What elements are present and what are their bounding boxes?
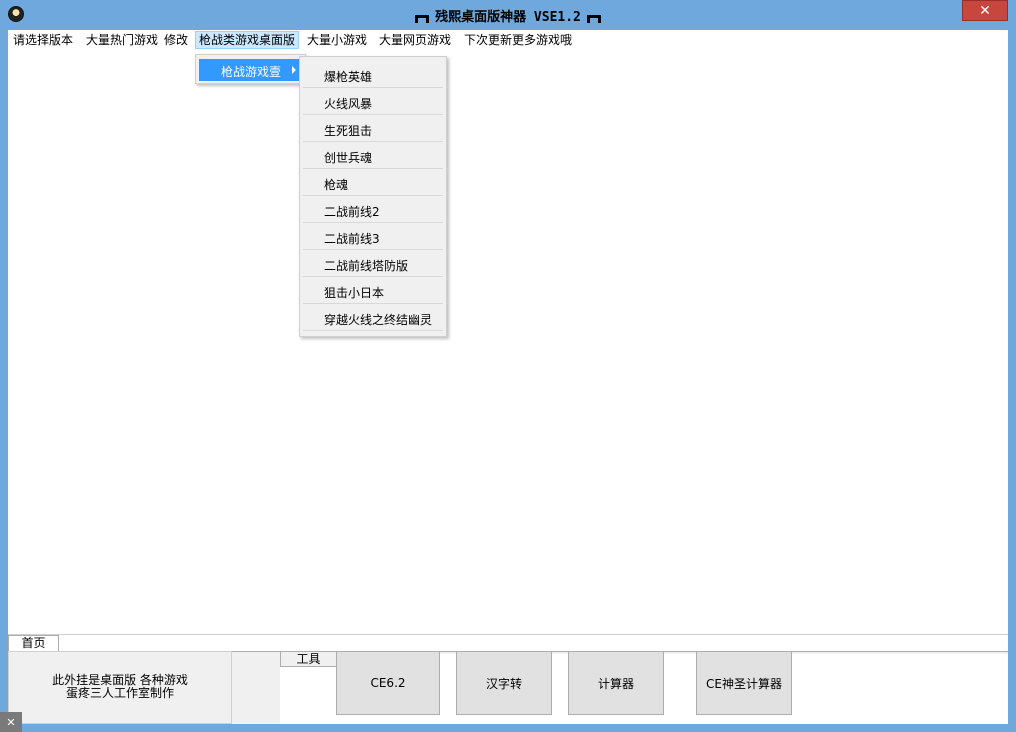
menu-shooter-games[interactable]: 枪战类游戏桌面版 [195, 31, 300, 49]
shooter-one-dropdown: 爆枪英雄 火线风暴 生死狙击 创世兵魂 枪魂 二战前线2 二战前线3 二战前线塔… [299, 56, 447, 337]
menu-item-game[interactable]: 二战前线塔防版 [303, 251, 443, 277]
menu-item-label: 狙击小日本 [324, 286, 385, 300]
menu-item-label: 火线风暴 [324, 97, 373, 111]
hanzi-convert-button[interactable]: 汉字转 [456, 651, 552, 715]
menu-item-label: 枪魂 [324, 178, 349, 192]
calculator-button[interactable]: 计算器 [568, 651, 664, 715]
title-left-deco-icon [415, 15, 430, 23]
tab-home[interactable]: 首页 [8, 635, 59, 652]
menu-bar: 请选择版本 大量热门游戏 修改 枪战类游戏桌面版 大量小游戏 大量网页游戏 下次… [8, 30, 1008, 50]
menu-item-label: 二战前线3 [324, 232, 380, 246]
ce-holy-calculator-button[interactable]: CE神圣计算器 [696, 651, 792, 715]
info-box: 此外挂是桌面版 各种游戏 蛋疼三人工作室制作 [8, 651, 232, 724]
menu-select-version[interactable]: 请选择版本 [13, 31, 73, 49]
window-title: 残熙桌面版神器 VSE1.2 [435, 9, 581, 25]
menu-mini-games[interactable]: 大量小游戏 [307, 31, 367, 49]
menu-item-game[interactable]: 二战前线2 [303, 197, 443, 223]
menu-item-label: 创世兵魂 [324, 151, 373, 165]
info-line-2: 蛋疼三人工作室制作 [65, 686, 174, 700]
menu-hot-games[interactable]: 大量热门游戏 [86, 31, 158, 49]
tab-strip-divider [8, 634, 1008, 635]
menu-item-game[interactable]: 火线风暴 [303, 89, 443, 115]
menu-item-game[interactable]: 穿越火线之终结幽灵 [303, 305, 443, 331]
ce62-button[interactable]: CE6.2 [336, 651, 440, 715]
menu-item-game[interactable]: 狙击小日本 [303, 278, 443, 304]
menu-web-games[interactable]: 大量网页游戏 [379, 31, 451, 49]
close-button[interactable]: ✕ [962, 0, 1008, 21]
submenu-shooter-one-label: 枪战游戏壹 [221, 65, 282, 79]
menu-item-game[interactable]: 创世兵魂 [303, 143, 443, 169]
menu-item-label: 生死狙击 [324, 124, 373, 138]
menu-modify[interactable]: 修改 [164, 31, 188, 49]
title-bar[interactable]: 残熙桌面版神器 VSE1.2 ✕ [0, 0, 1016, 30]
menu-item-label: 二战前线塔防版 [324, 259, 409, 273]
submenu-shooter-one[interactable]: 枪战游戏壹 [199, 59, 301, 81]
menu-item-label: 穿越火线之终结幽灵 [324, 313, 433, 327]
menu-item-game[interactable]: 二战前线3 [303, 224, 443, 250]
menu-item-label: 爆枪英雄 [324, 70, 373, 84]
corner-close-icon[interactable]: ✕ [0, 712, 22, 732]
title-wrap: 残熙桌面版神器 VSE1.2 [0, 0, 1016, 30]
shooter-dropdown: 枪战游戏壹 [195, 54, 306, 84]
menu-next-update[interactable]: 下次更新更多游戏哦 [464, 31, 572, 49]
client-area: 请选择版本 大量热门游戏 修改 枪战类游戏桌面版 大量小游戏 大量网页游戏 下次… [8, 30, 1008, 724]
menu-item-label: 二战前线2 [324, 205, 380, 219]
menu-item-game[interactable]: 枪魂 [303, 170, 443, 196]
tools-group-label: 工具 [280, 651, 337, 667]
menu-item-game[interactable]: 生死狙击 [303, 116, 443, 142]
title-right-deco-icon [586, 15, 601, 23]
menu-item-game[interactable]: 爆枪英雄 [303, 62, 443, 88]
submenu-arrow-icon [292, 66, 296, 74]
